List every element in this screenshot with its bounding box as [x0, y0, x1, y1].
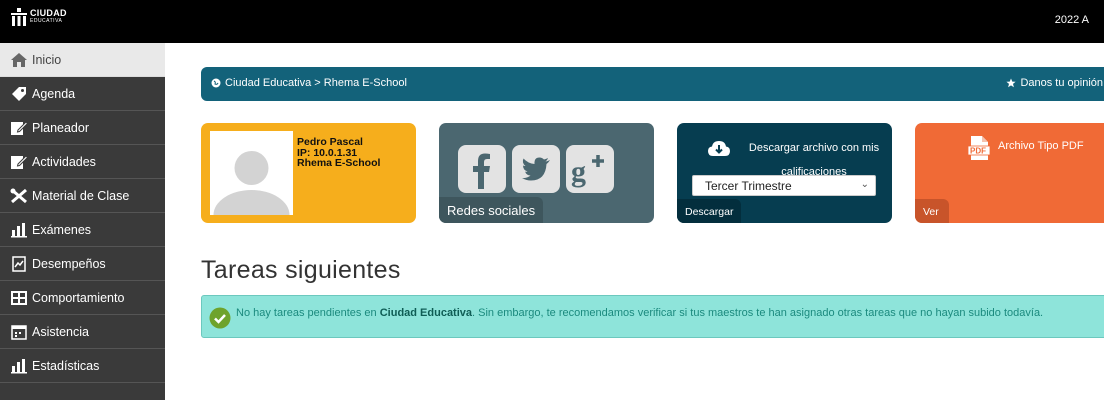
profile-name: Pedro Pascal — [297, 136, 363, 148]
feedback-link[interactable]: Danos tu opinión — [1006, 77, 1103, 89]
sidebar-item-label: Inicio — [32, 52, 62, 67]
sidebar-item-label: Asistencia — [32, 324, 89, 339]
section-title: Tareas siguientes — [201, 256, 401, 284]
sidebar-item-label: Actividades — [32, 154, 96, 169]
download-button[interactable]: Descargar — [677, 199, 742, 223]
chevron-down-icon: ⌄ — [860, 179, 869, 190]
sidebar-item-asistencia[interactable]: Asistencia — [0, 315, 165, 349]
notice-text-start: No hay tareas pendientes en — [236, 307, 380, 319]
logo[interactable]: CIUDAD EDUCATIVA — [10, 8, 67, 26]
sidebar-item-label: Comportamiento — [32, 290, 125, 305]
term-select-value: Tercer Trimestre — [705, 179, 792, 193]
notice-school-name: Ciudad Educativa — [379, 307, 473, 319]
cloud-download-icon — [708, 141, 730, 156]
sidebar-item-desempenos[interactable]: Desempeños — [0, 247, 165, 281]
facebook-icon[interactable] — [458, 145, 506, 193]
avatar — [210, 131, 293, 215]
chart-icon — [11, 222, 27, 237]
behavior-icon — [11, 290, 27, 305]
logo-line2: EDUCATIVA — [30, 18, 63, 24]
pdf-title: Archivo Tipo PDF — [998, 140, 1084, 152]
sidebar-item-actividades[interactable]: Actividades — [0, 145, 165, 179]
breadcrumb[interactable]: Ciudad Educativa > Rhema E-School — [211, 77, 407, 89]
view-pdf-button[interactable]: Ver — [915, 199, 949, 223]
google-plus-icon[interactable]: g — [566, 145, 614, 193]
feedback-label: Danos tu opinión — [1020, 77, 1103, 89]
document-chart-icon — [12, 255, 26, 272]
sidebar-item-inicio[interactable]: Inicio — [0, 43, 165, 77]
profile-school: Rhema E-School — [297, 157, 381, 169]
sidebar-item-label: Desempeños — [32, 256, 106, 271]
user-placeholder-icon — [210, 131, 293, 215]
sidebar-item-estadisticas[interactable]: Estadísticas — [0, 349, 165, 383]
top-bar: CIUDAD EDUCATIVA 2022 A — [0, 0, 1104, 43]
social-networks-label[interactable]: Redes sociales — [439, 197, 544, 223]
tag-icon — [12, 86, 26, 101]
download-grades-card: Descargar archivo con mis calificaciones… — [677, 123, 892, 223]
notice-text-end: . Sin embargo, te recomendamos verificar… — [472, 307, 1044, 319]
sidebar-item-label: Exámenes — [32, 222, 92, 237]
sidebar-item-material-de-clase[interactable]: Material de Clase — [0, 179, 165, 213]
home-icon — [11, 52, 27, 67]
check-circle-icon — [209, 307, 231, 329]
sidebar-item-agenda[interactable]: Agenda — [0, 77, 165, 111]
twitter-icon[interactable] — [512, 145, 560, 193]
calendar-icon — [11, 324, 27, 340]
pdf-card[interactable]: PDF Archivo Tipo PDF Ver — [915, 123, 1104, 223]
logo-icon — [11, 8, 27, 26]
term-select[interactable]: Tercer Trimestre ⌄ — [692, 175, 876, 196]
social-card[interactable]: g Redes sociales — [439, 123, 654, 223]
edit-icon — [11, 154, 28, 169]
sidebar-item-examenes[interactable]: Exámenes — [0, 213, 165, 247]
chart-icon — [11, 358, 27, 373]
pdf-file-icon: PDF — [968, 136, 990, 160]
edit-icon — [11, 120, 28, 135]
tasks-notice: No hay tareas pendientes en Ciudad Educa… — [201, 295, 1104, 338]
sidebar-item-label: Material de Clase — [32, 188, 130, 203]
school-year[interactable]: 2022 A — [1055, 14, 1089, 26]
pdf-icon-text: PDF — [970, 147, 986, 156]
star-icon — [1006, 78, 1017, 88]
sidebar: Inicio Agenda Planeador Actividades Mate… — [0, 43, 165, 400]
sidebar-item-label: Agenda — [32, 86, 76, 101]
globe-icon — [211, 78, 221, 88]
sidebar-item-planeador[interactable]: Planeador — [0, 111, 165, 145]
breadcrumb-bar: Ciudad Educativa > Rhema E-School Danos … — [201, 67, 1104, 101]
breadcrumb-text: Ciudad Educativa > Rhema E-School — [225, 77, 407, 89]
sidebar-item-label: Planeador — [32, 120, 89, 135]
svg-text:g: g — [571, 155, 586, 188]
tools-icon — [10, 188, 27, 203]
profile-card[interactable]: Pedro Pascal IP: 10.0.1.31 Rhema E-Schoo… — [201, 123, 416, 223]
sidebar-item-label: Estadísticas — [32, 358, 100, 373]
sidebar-item-comportamiento[interactable]: Comportamiento — [0, 281, 165, 315]
